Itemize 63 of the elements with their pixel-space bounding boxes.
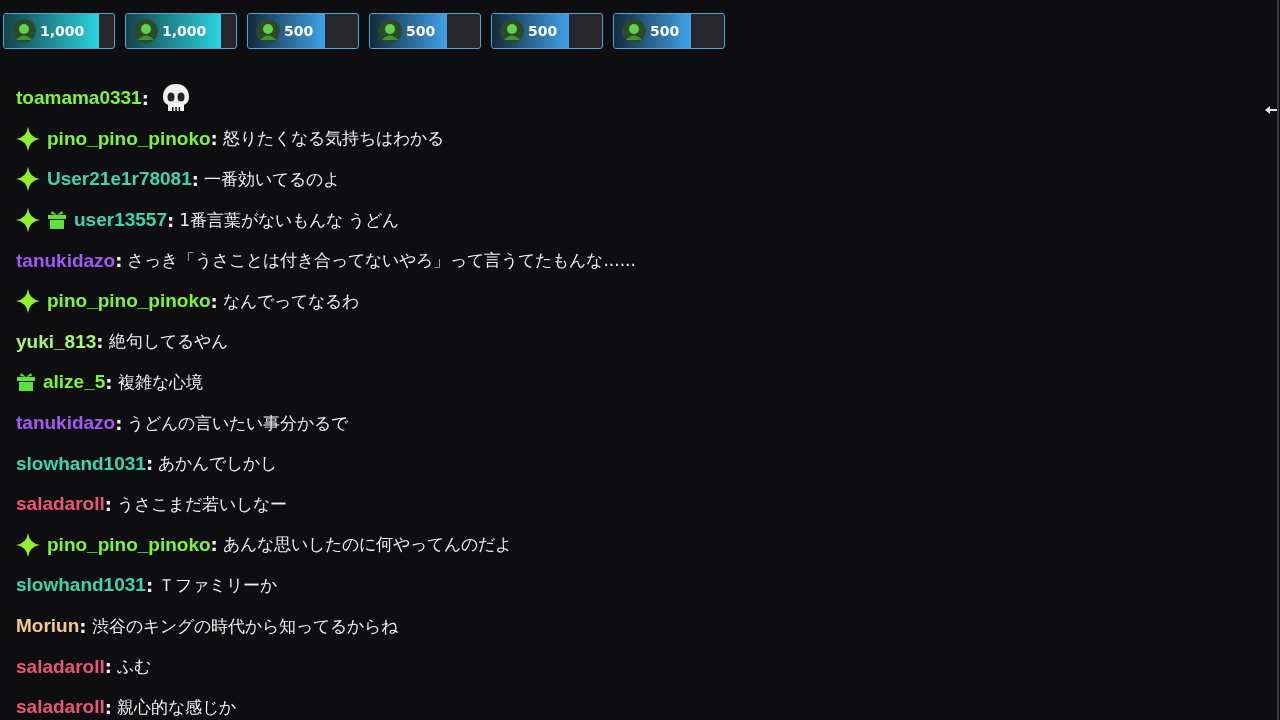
chat-message: 1番言葉がないもんな うどん <box>179 208 400 232</box>
colon-separator: : <box>104 493 112 515</box>
avatar-icon <box>12 19 36 43</box>
colon-separator: : <box>105 371 113 393</box>
leaderboard-chip[interactable]: 500 <box>613 13 725 49</box>
chat-message: 怒りたくなる気持ちはわかる <box>222 127 444 151</box>
avatar-icon <box>500 19 524 43</box>
chat-message: あんな思いしたのに何やってんのだよ <box>222 533 512 557</box>
chat-message: なんでってなるわ <box>222 289 359 313</box>
bits-amount: 500 <box>650 23 680 39</box>
chat-username[interactable]: saladaroll <box>16 696 105 719</box>
colon-separator: : <box>115 412 123 434</box>
colon-separator: : <box>191 169 199 190</box>
chat-username[interactable]: tanukidazo <box>16 412 116 435</box>
chat-message: さっき「うさことは付き合ってないやろ」って言うてたもんな...... <box>127 249 636 273</box>
chat-message: うさこまだ若いしなー <box>116 492 287 516</box>
chat-message: ふむ <box>116 655 151 679</box>
colon-separator: : <box>145 453 154 475</box>
colon-separator: : <box>79 615 87 637</box>
chat-username[interactable]: pino_pino_pinoko <box>47 290 211 313</box>
avatar-icon <box>622 19 646 43</box>
chat-username[interactable]: User21e1r78081 <box>47 168 192 191</box>
avatar-icon <box>256 19 280 43</box>
colon-separator: : <box>104 696 112 718</box>
colon-separator: : <box>210 290 218 312</box>
chat-username[interactable]: user13557 <box>74 209 167 232</box>
chat-username[interactable]: Moriun <box>16 615 80 637</box>
chat-username[interactable]: saladaroll <box>16 493 105 516</box>
chat-username[interactable]: tanukidazo <box>16 249 116 272</box>
colon-separator: : <box>145 574 154 596</box>
chat-username[interactable]: toamama0331 <box>16 87 142 110</box>
chat-username[interactable]: saladaroll <box>16 655 105 678</box>
colon-separator: : <box>115 250 123 272</box>
chat-username[interactable]: pino_pino_pinoko <box>47 127 211 150</box>
chat-message: 複雑な心境 <box>117 370 203 394</box>
leaderboard-chip[interactable]: 500 <box>369 13 481 49</box>
chat-message: 渋谷のキングの時代から知ってるからね <box>91 614 398 638</box>
colon-separator: : <box>210 534 218 556</box>
avatar-icon <box>378 19 402 43</box>
chat-message: 親心的な感じか <box>116 695 236 719</box>
colon-separator: : <box>166 209 175 231</box>
chat-message: うどんの言いたい事分かるで <box>127 411 349 435</box>
bits-amount: 500 <box>284 23 314 39</box>
chat-message: あかんでしかし <box>158 452 278 476</box>
bits-amount: 1,000 <box>162 23 207 39</box>
leaderboard-chip[interactable]: 500 <box>491 13 603 49</box>
chat-username[interactable]: slowhand1031 <box>16 574 146 597</box>
colon-separator: : <box>104 656 112 678</box>
chat-username[interactable]: alize_5 <box>43 371 106 394</box>
bits-amount: 500 <box>528 23 558 39</box>
chat-message: Ｔファミリーか <box>158 573 278 597</box>
bits-amount: 500 <box>406 23 436 39</box>
colon-separator: : <box>141 87 149 109</box>
chat-username[interactable]: slowhand1031 <box>16 452 146 475</box>
chat-username[interactable]: pino_pino_pinoko <box>47 533 211 556</box>
bits-amount: 1,000 <box>40 23 85 39</box>
colon-separator: : <box>210 128 218 150</box>
chat-message: 絶句してるやん <box>108 330 228 354</box>
chat-username[interactable]: yuki_813 <box>16 330 97 353</box>
avatar-icon <box>134 19 158 43</box>
chat-message: 一番効いてるのよ <box>203 168 340 191</box>
colon-separator: : <box>96 331 104 353</box>
leaderboard-chip[interactable]: 500 <box>247 13 359 49</box>
